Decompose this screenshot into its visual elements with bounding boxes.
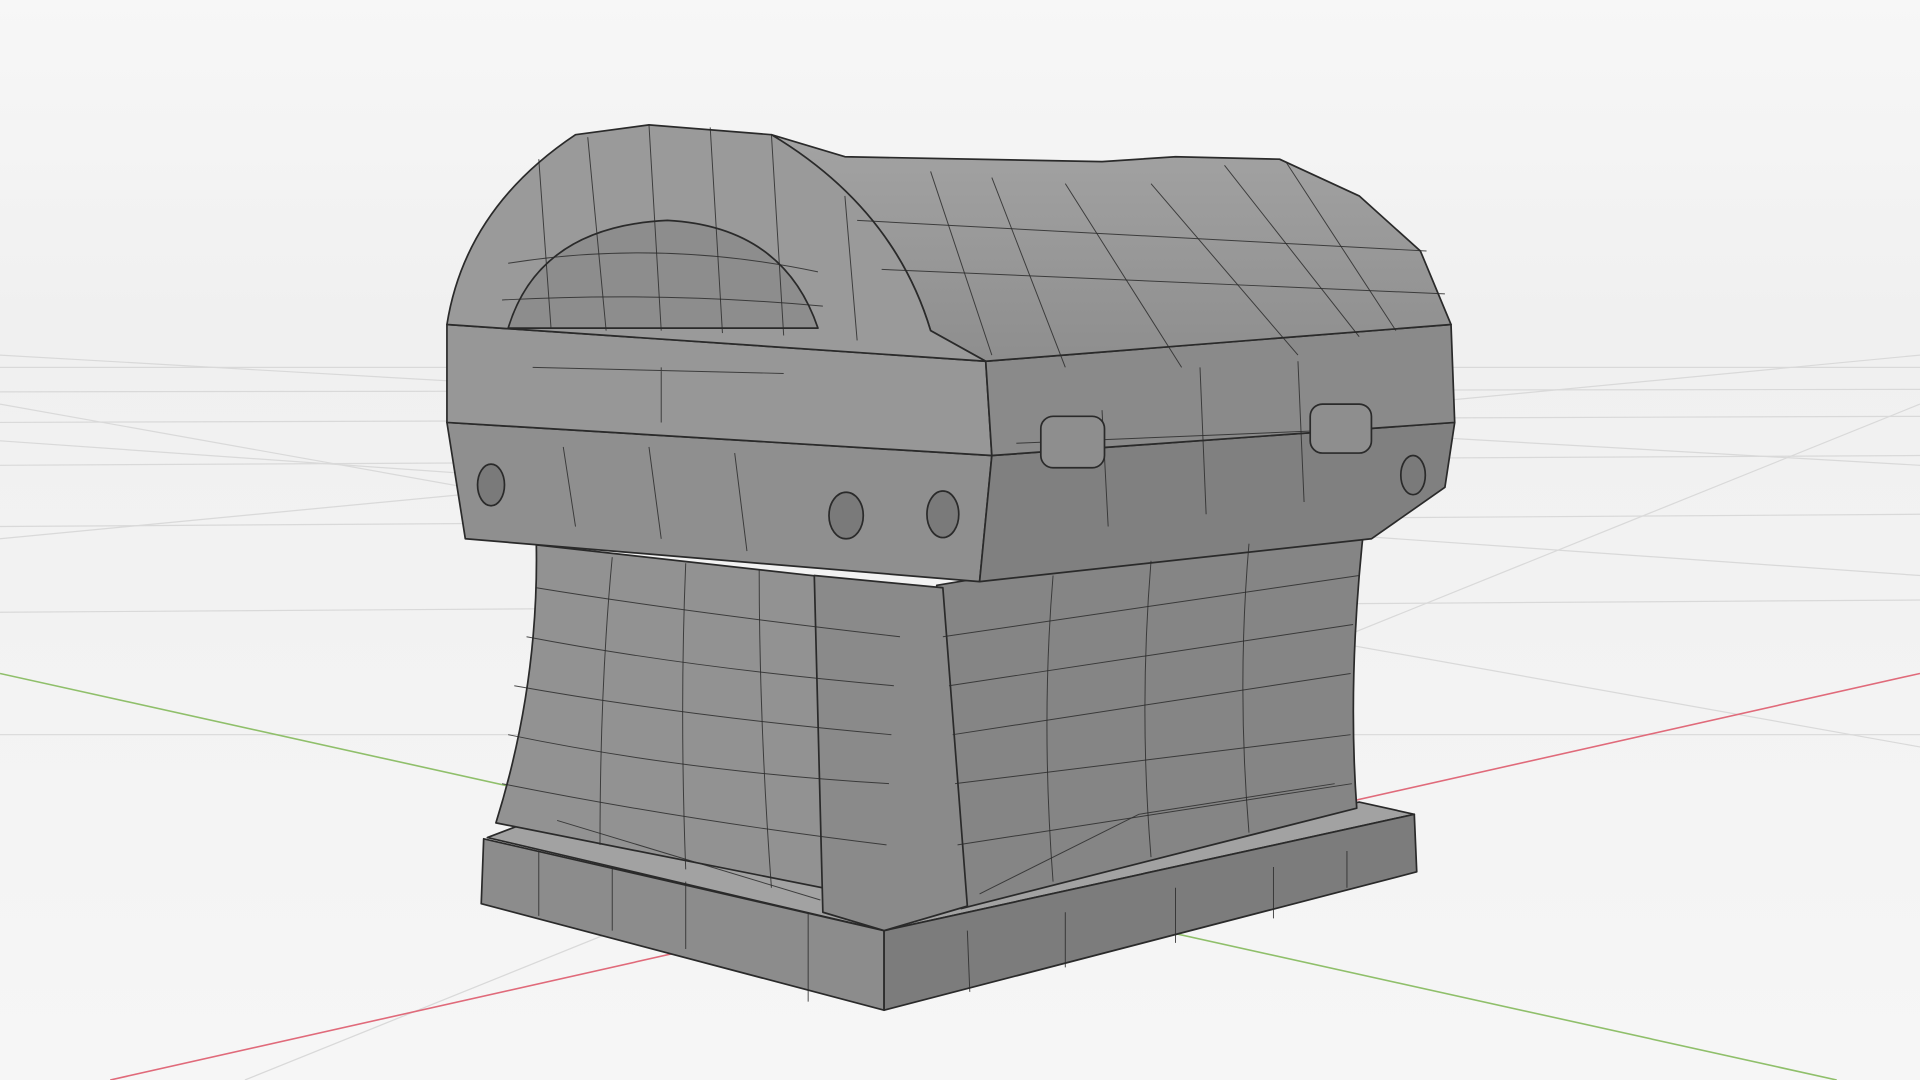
hinge (1039, 415, 1106, 469)
3d-viewport[interactable] (0, 0, 1920, 1080)
rivet (926, 490, 960, 539)
rivet (1399, 454, 1427, 496)
treasure-chest-mesh[interactable] (446, 124, 1456, 1012)
hinge (1309, 403, 1373, 454)
corner-pillar (813, 574, 969, 932)
rivet (828, 491, 865, 540)
rivet (476, 463, 506, 507)
